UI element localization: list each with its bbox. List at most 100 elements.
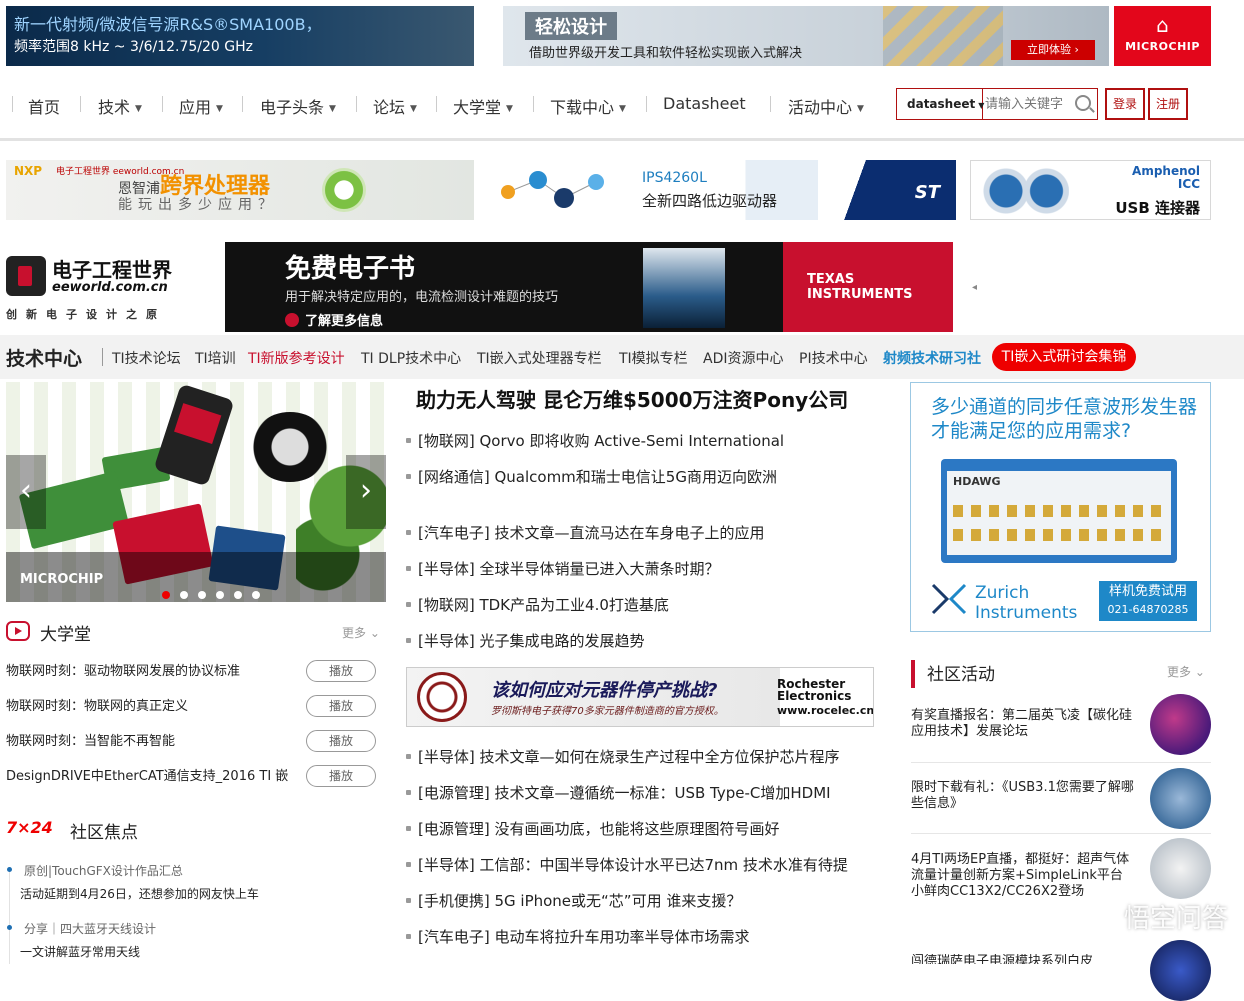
news-item[interactable]: [物联网] TDK产品为工业4.0打造基底: [406, 594, 669, 615]
nav-separator: [356, 96, 357, 112]
tech-link[interactable]: ADI资源中心: [703, 348, 784, 368]
carousel-dot[interactable]: [180, 591, 188, 599]
ti-seminar-pill[interactable]: TI嵌入式研讨会集锦: [992, 343, 1136, 371]
tech-link[interactable]: TI DLP技术中心: [361, 348, 461, 368]
search-box: datasheet ▼: [896, 88, 1098, 120]
divider: [102, 348, 103, 366]
tech-link[interactable]: TI培训: [195, 348, 236, 368]
course-title[interactable]: 物联网时刻：当智能不再智能: [6, 730, 175, 749]
course-title[interactable]: 物联网时刻：驱动物联网发展的协议标准: [6, 660, 240, 679]
register-button[interactable]: 注册: [1148, 88, 1188, 120]
nav-item-label: 大学堂: [453, 98, 502, 117]
nav-item-forum[interactable]: 论坛 ▼: [373, 94, 417, 118]
news-item[interactable]: [物联网] Qorvo 即将收购 Active-Semi Internation…: [406, 430, 784, 451]
focus-tag[interactable]: 分享｜四大蓝牙天线设计: [24, 920, 156, 937]
search-input[interactable]: [985, 92, 1073, 116]
more-link[interactable]: 更多 ⌄: [1167, 663, 1205, 680]
news-item[interactable]: [半导体] 全球半导体销量已进入大萧条时期？: [406, 558, 719, 579]
play-button[interactable]: 播放: [306, 660, 376, 682]
ad-subtitle: 能玩出多少应用？: [118, 197, 278, 213]
nav-item-label: 应用: [179, 98, 212, 117]
community-item[interactable]: 闯德瑞萨电子电源模块系列白皮: [911, 954, 1135, 964]
nxp-crossover-ad[interactable]: NXP 电子工程世界 eeworld.com.cn 恩智浦跨界处理器 能玩出多少…: [6, 160, 474, 220]
try-now-button[interactable]: 立即体验 ›: [1011, 40, 1095, 60]
microchip-design-ad[interactable]: 轻松设计 借助世界级开发工具和软件轻松实现嵌入式解决 立即体验 ›: [503, 6, 1109, 66]
bullet-icon: [406, 438, 411, 443]
news-item[interactable]: [汽车电子] 技术文章—直流马达在车身电子上的应用: [406, 522, 764, 543]
learn-more-link[interactable]: 了解更多信息: [285, 310, 383, 329]
tech-link[interactable]: TI模拟专栏: [619, 348, 688, 368]
site-logo[interactable]: 电子工程世界 eeworld.com.cn 创新电子设计之原: [6, 252, 186, 324]
community-item[interactable]: 有奖直播报名：第二届英飞凌【碳化硅应用技术】发展论坛: [911, 708, 1135, 740]
bullet-icon: [406, 826, 411, 831]
news-item[interactable]: [电源管理] 没有画画功底，也能将这些原理图符号画好: [406, 818, 779, 839]
community-item[interactable]: 限时下载有礼：《USB3.1您需要了解哪些信息》: [911, 780, 1135, 812]
carousel-dot[interactable]: [162, 591, 170, 599]
news-item[interactable]: [电源管理] 技术文章—遵循统一标准：USB Type-C增加HDMI: [406, 782, 831, 803]
amphenol-usb-ad[interactable]: Amphenol ICC USB 连接器: [970, 160, 1211, 220]
caret-down-icon: ▼: [857, 104, 864, 114]
tech-link[interactable]: PI技术中心: [799, 348, 868, 368]
rochester-ad[interactable]: 该如何应对元器件停产挑战? 罗彻斯特电子获得70多家元器件制造商的官方授权。 R…: [406, 667, 874, 727]
course-title[interactable]: 物联网时刻：物联网的真正定义: [6, 695, 188, 714]
community-item[interactable]: 4月TI两场EP直播，都挺好：超声气体流量计量创新方案+SimpleLink平台…: [911, 852, 1135, 900]
tech-link[interactable]: 射频技术研习社: [883, 348, 981, 368]
nav-item-headlines[interactable]: 电子头条 ▼: [260, 94, 336, 118]
nav-item-events[interactable]: 活动中心 ▼: [788, 94, 864, 118]
nav-item-application[interactable]: 应用 ▼: [179, 94, 223, 118]
nav-item-home[interactable]: 首页: [28, 94, 60, 118]
carousel-prev-icon[interactable]: ‹: [6, 455, 46, 529]
community-thumbnail[interactable]: [1150, 694, 1211, 755]
carousel-dot[interactable]: [234, 591, 242, 599]
nav-item-download[interactable]: 下载中心 ▼: [550, 94, 626, 118]
news-item[interactable]: [网络通信] Qualcomm和瑞士电信让5G商用迈向欧洲: [406, 466, 777, 487]
news-item[interactable]: [半导体] 工信部：中国半导体设计水平已达7nm 技术水准有待提: [406, 854, 848, 875]
caret-down-icon: ▼: [978, 101, 985, 110]
play-button[interactable]: 播放: [306, 730, 376, 752]
headline-link[interactable]: 助力无人驾驶 昆仑万维$5000万注资Pony公司: [416, 384, 848, 413]
ti-ebook-ad[interactable]: 免费电子书 用于解决特定应用的，电流检测设计难题的技巧 了解更多信息 TEXAS…: [225, 242, 953, 332]
focus-tag[interactable]: 原创|TouchGFX设计作品汇总: [24, 862, 183, 879]
news-item[interactable]: [半导体] 光子集成电路的发展趋势: [406, 630, 644, 651]
zurich-instruments-ad[interactable]: 多少通道的同步任意波形发生器才能满足您的应用需求? HDAWG Zurich I…: [910, 382, 1211, 632]
tech-link[interactable]: TI技术论坛: [112, 348, 181, 368]
course-title[interactable]: DesignDRIVE中EtherCAT通信支持_2016 TI 嵌: [6, 765, 304, 784]
nav-item-label: Datasheet: [663, 94, 746, 113]
free-trial-button[interactable]: 样机免费试用 021-64870285: [1099, 581, 1197, 621]
carousel-dot[interactable]: [252, 591, 260, 599]
news-item[interactable]: [手机便携] 5G iPhone或无“芯”可用 谁来支援？: [406, 890, 741, 911]
search-icon[interactable]: [1075, 95, 1091, 111]
microchip-logo-ad[interactable]: ⌂ MICROCHIP: [1114, 6, 1211, 66]
nav-separator: [770, 96, 771, 112]
bullet-icon: [406, 530, 411, 535]
news-title: [电源管理] 没有画画功底，也能将这些原理图符号画好: [418, 820, 780, 838]
device-panel: HDAWG: [947, 471, 1171, 555]
news-item[interactable]: [半导体] 技术文章—如何在烧录生产过程中全方位保护芯片程序: [406, 746, 839, 767]
st-driver-ad[interactable]: IPS4260L 全新四路低边驱动器 ST: [488, 160, 956, 220]
login-button[interactable]: 登录: [1105, 88, 1145, 120]
search-scope-select[interactable]: datasheet ▼: [897, 89, 985, 119]
rs-signal-generator-ad[interactable]: 新一代射频/微波信号源R&S®SMA100B， 频率范围8 kHz ~ 3/6/…: [6, 6, 474, 66]
nav-item-datasheet[interactable]: Datasheet: [663, 94, 746, 113]
news-item[interactable]: [汽车电子] 电动车将拉升车用功率半导体市场需求: [406, 926, 749, 947]
community-thumbnail[interactable]: [1150, 768, 1211, 829]
focus-text[interactable]: 一文讲解蓝牙常用天线: [20, 943, 140, 960]
play-button[interactable]: 播放: [306, 765, 376, 787]
community-thumbnail[interactable]: [1150, 940, 1211, 1001]
community-thumbnail[interactable]: [1150, 838, 1211, 899]
focus-text[interactable]: 活动延期到4月26日，还想参加的网友快上车: [20, 885, 259, 902]
carousel-dot[interactable]: [216, 591, 224, 599]
carousel-left-icon[interactable]: ◂: [972, 282, 977, 293]
nav-separator: [242, 96, 243, 112]
nav-item-tech[interactable]: 技术 ▼: [98, 94, 142, 118]
tech-link[interactable]: TI嵌入式处理器专栏: [477, 348, 602, 368]
bullet-icon: [406, 638, 411, 643]
more-link[interactable]: 更多 ⌄: [342, 624, 380, 641]
carousel-dot[interactable]: [198, 591, 206, 599]
image-carousel[interactable]: MICROCHIP ‹ ›: [6, 382, 386, 602]
ti-logo-panel: TEXAS INSTRUMENTS: [783, 242, 953, 332]
nav-item-university[interactable]: 大学堂 ▼: [453, 94, 513, 118]
carousel-next-icon[interactable]: ›: [346, 455, 386, 529]
tech-link[interactable]: TI新版参考设计: [248, 348, 345, 368]
play-button[interactable]: 播放: [306, 695, 376, 717]
